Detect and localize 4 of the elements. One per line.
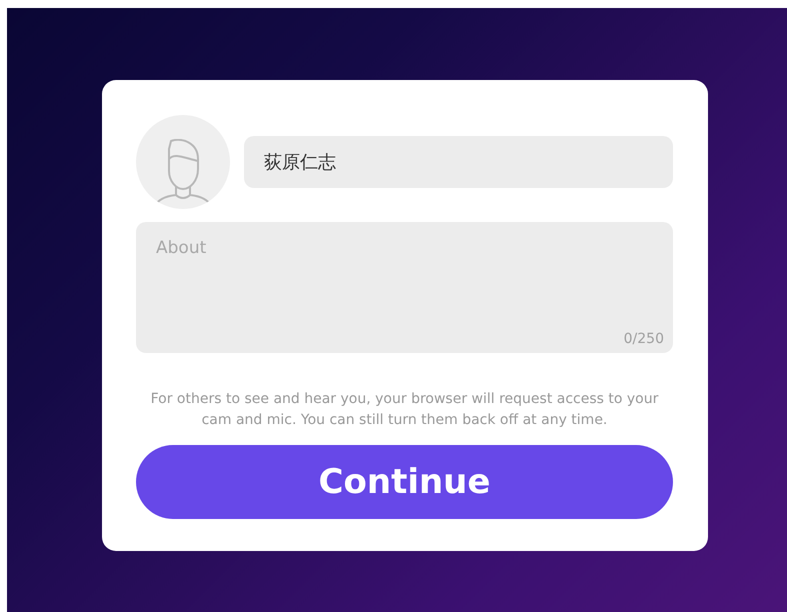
continue-button[interactable]: Continue	[136, 445, 673, 519]
permission-notice: For others to see and hear you, your browser will request access to your cam and mic. You can still turn them back off at any time.	[150, 390, 660, 430]
name-field[interactable]: 荻原仁志	[244, 136, 673, 188]
character-counter: 0/250	[624, 331, 664, 347]
